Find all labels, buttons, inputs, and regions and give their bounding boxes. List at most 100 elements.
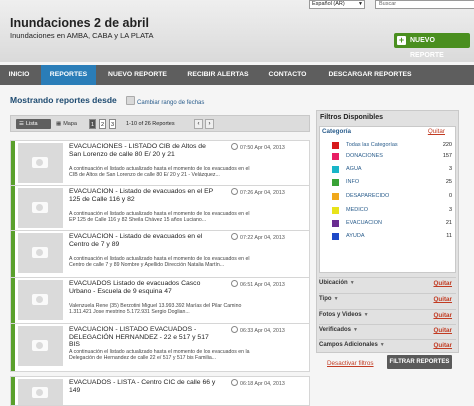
category-count: 11	[446, 233, 452, 239]
report-item[interactable]: EVACUACION - Listado de evacuados en el …	[10, 185, 310, 234]
report-date: 06:51 Apr 04, 2013	[231, 280, 285, 288]
filter-section-campos-adicionales[interactable]: Campos Adicionales ▼ Quitar	[319, 339, 456, 351]
filter-section-label: Tipo	[319, 296, 332, 302]
tab-nuevo-reporte[interactable]: NUEVO REPORTE	[100, 65, 175, 85]
category-item-evacuacion[interactable]: EVACUACION 21	[332, 218, 454, 228]
map-view-button[interactable]: ▦ Mapa	[56, 119, 82, 129]
category-name: EVACUACION	[346, 220, 382, 226]
report-description: A continuación el listado actualizado ha…	[69, 349, 301, 361]
report-title[interactable]: EVACUACIONES - LISTADO CIB de Altos de Sa…	[69, 143, 219, 158]
report-date: 07:26 Apr 04, 2013	[231, 188, 285, 196]
language-select[interactable]: Español (AR) ▼	[309, 0, 365, 9]
category-count: 3	[448, 207, 452, 213]
camera-icon	[32, 340, 48, 351]
new-report-button[interactable]: + NUEVO REPORTE	[394, 33, 470, 59]
category-count: 3	[448, 166, 452, 172]
category-name: DONACIONES	[346, 153, 383, 159]
report-title-line: EVACUACIONES - LISTADO CIB de Altos de	[69, 143, 206, 150]
donaciones-swatch	[332, 153, 339, 160]
category-clear-link[interactable]: Quitar	[428, 128, 445, 135]
page-button-2[interactable]: 2	[99, 119, 106, 129]
report-description: Valenzuela Rene (35) Berzotini Miguel 13…	[69, 303, 301, 315]
chevron-down-icon: ▼	[333, 296, 339, 302]
report-thumbnail[interactable]	[18, 280, 63, 320]
filter-clear-link[interactable]: Quitar	[433, 325, 452, 336]
camera-icon	[32, 202, 48, 213]
ayuda-swatch	[332, 233, 339, 240]
chevron-down-icon: ▼	[379, 342, 385, 348]
list-view-button[interactable]: ☰ Lista	[16, 119, 51, 129]
clock-icon	[231, 326, 238, 333]
apply-filters-button[interactable]: FILTRAR REPORTES	[387, 355, 452, 369]
tab-inicio[interactable]: INICIO	[0, 65, 38, 85]
filter-section-ubicacion[interactable]: Ubicación ▼ Quitar	[319, 277, 456, 289]
report-date: 06:18 Apr 04, 2013	[231, 379, 285, 387]
deactivate-filters-link[interactable]: Desactivar filtros	[327, 360, 374, 367]
report-accent-bar	[11, 377, 15, 405]
category-item-agua[interactable]: AGUA 3	[332, 164, 454, 174]
report-accent-bar	[11, 141, 15, 188]
report-thumbnail[interactable]	[18, 233, 63, 273]
category-count: 220	[442, 142, 452, 148]
page-button-3[interactable]: 3	[109, 119, 116, 129]
tab-contacto[interactable]: CONTACTO	[260, 65, 315, 85]
report-title[interactable]: EVACUADOS - LISTA - Centro CIC de calle …	[69, 379, 219, 394]
report-title-line: EVACUACION - LISTADO EVACUADOS -	[69, 326, 197, 333]
report-description-line: Delegación de Hernandez de calle 22 e/ 5…	[69, 355, 217, 362]
filter-section-verificados[interactable]: Verificados ▼ Quitar	[319, 324, 456, 336]
report-accent-bar	[11, 231, 15, 278]
category-filter-title[interactable]: Categoría	[322, 128, 351, 135]
filter-section-tipo[interactable]: Tipo ▼ Quitar	[319, 293, 456, 305]
next-page-button[interactable]: ›	[205, 119, 214, 129]
report-title[interactable]: EVACUACION - LISTADO EVACUADOS - DELEGACI…	[69, 326, 219, 349]
report-thumbnail[interactable]	[18, 143, 63, 183]
new-report-label: NUEVO REPORTE	[410, 37, 444, 59]
report-title-line: EVACUACION - Listado de evacuados en el	[69, 233, 203, 240]
report-thumbnail[interactable]	[18, 326, 63, 366]
category-name: DESAPARECIDO	[346, 193, 390, 199]
filter-section-fotos-videos[interactable]: Fotos y Videos ▼ Quitar	[319, 309, 456, 321]
category-item-all[interactable]: Todas las Categorías 220	[332, 140, 454, 150]
report-description: A continuación el listado actualizado ha…	[69, 256, 301, 268]
category-count: 25	[445, 179, 452, 185]
tab-reportes[interactable]: REPORTES	[41, 65, 96, 85]
filter-clear-link[interactable]: Quitar	[433, 294, 452, 305]
change-date-range-link[interactable]: Cambiar rango de fechas	[126, 96, 204, 106]
report-title[interactable]: EVACUADOS Listado de evacuados Casco Urba…	[69, 280, 219, 295]
report-title[interactable]: EVACUACION - Listado de evacuados en el …	[69, 188, 219, 203]
report-item[interactable]: EVACUADOS - LISTA - Centro CIC de calle …	[10, 376, 310, 406]
report-item[interactable]: EVACUADOS Listado de evacuados Casco Urba…	[10, 277, 310, 326]
tab-descargar-reportes[interactable]: DESCARGAR REPORTES	[320, 65, 420, 85]
category-item-ayuda[interactable]: AYUDA 11	[332, 231, 454, 241]
filter-clear-link[interactable]: Quitar	[433, 278, 452, 289]
category-count: 0	[448, 193, 452, 199]
report-item[interactable]: EVACUACION - Listado de evacuados en el C…	[10, 230, 310, 279]
category-item-donaciones[interactable]: DONACIONES 157	[332, 151, 454, 161]
desaparecido-swatch	[332, 193, 339, 200]
map-view-label: Mapa	[63, 121, 77, 127]
report-thumbnail[interactable]	[18, 188, 63, 228]
report-item[interactable]: EVACUACION - LISTADO EVACUADOS - DELEGACI…	[10, 323, 310, 372]
report-thumbnail[interactable]	[18, 379, 63, 405]
tab-recibir-alertas[interactable]: RECIBIR ALERTAS	[178, 65, 258, 85]
info-swatch	[332, 179, 339, 186]
category-name: INFO	[346, 179, 360, 185]
filter-clear-link[interactable]: Quitar	[433, 310, 452, 321]
list-view-label: Lista	[25, 121, 38, 127]
category-item-medico[interactable]: MEDICO 3	[332, 205, 454, 215]
report-item[interactable]: EVACUACIONES - LISTADO CIB de Altos de Sa…	[10, 140, 310, 189]
filter-clear-link[interactable]: Quitar	[433, 340, 452, 351]
category-count: 157	[442, 153, 452, 159]
report-title[interactable]: EVACUACION - Listado de evacuados en el C…	[69, 233, 219, 248]
prev-page-button[interactable]: ‹	[194, 119, 203, 129]
page-button-1[interactable]: 1	[89, 119, 96, 129]
search-input[interactable]: Buscar	[375, 0, 474, 9]
report-description: A continuación el listado actualizado ha…	[69, 166, 301, 178]
report-title-line: DELEGACIÓN HERNANDEZ - 22 e 517 y 517 BI…	[69, 333, 209, 349]
category-item-desaparecido[interactable]: DESAPARECIDO 0	[332, 191, 454, 201]
clock-icon	[231, 188, 238, 195]
medico-swatch	[332, 207, 339, 214]
plus-icon: +	[397, 35, 406, 45]
category-item-info[interactable]: INFO 25	[332, 177, 454, 187]
reports-toolbar: ☰ Lista ▦ Mapa 1 2 3 1-10 of 26 Reportes ‹…	[10, 115, 310, 132]
